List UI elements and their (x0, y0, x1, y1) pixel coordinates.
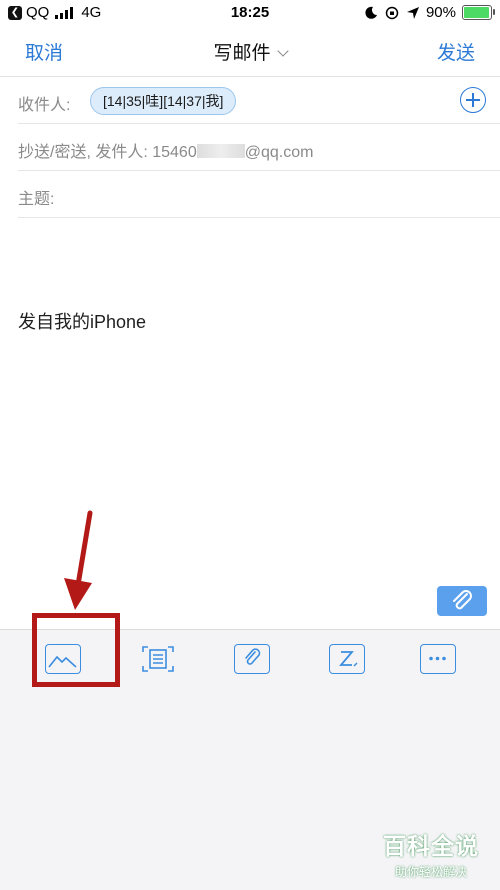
annotation-highlight-box (32, 613, 120, 687)
watermark: 百科全说 助你轻松解决 (369, 827, 493, 879)
watermark-title: 百科全说 (383, 833, 479, 859)
watermark-subtitle: 助你轻松解决 (394, 865, 467, 879)
annotation-arrow (64, 510, 93, 610)
